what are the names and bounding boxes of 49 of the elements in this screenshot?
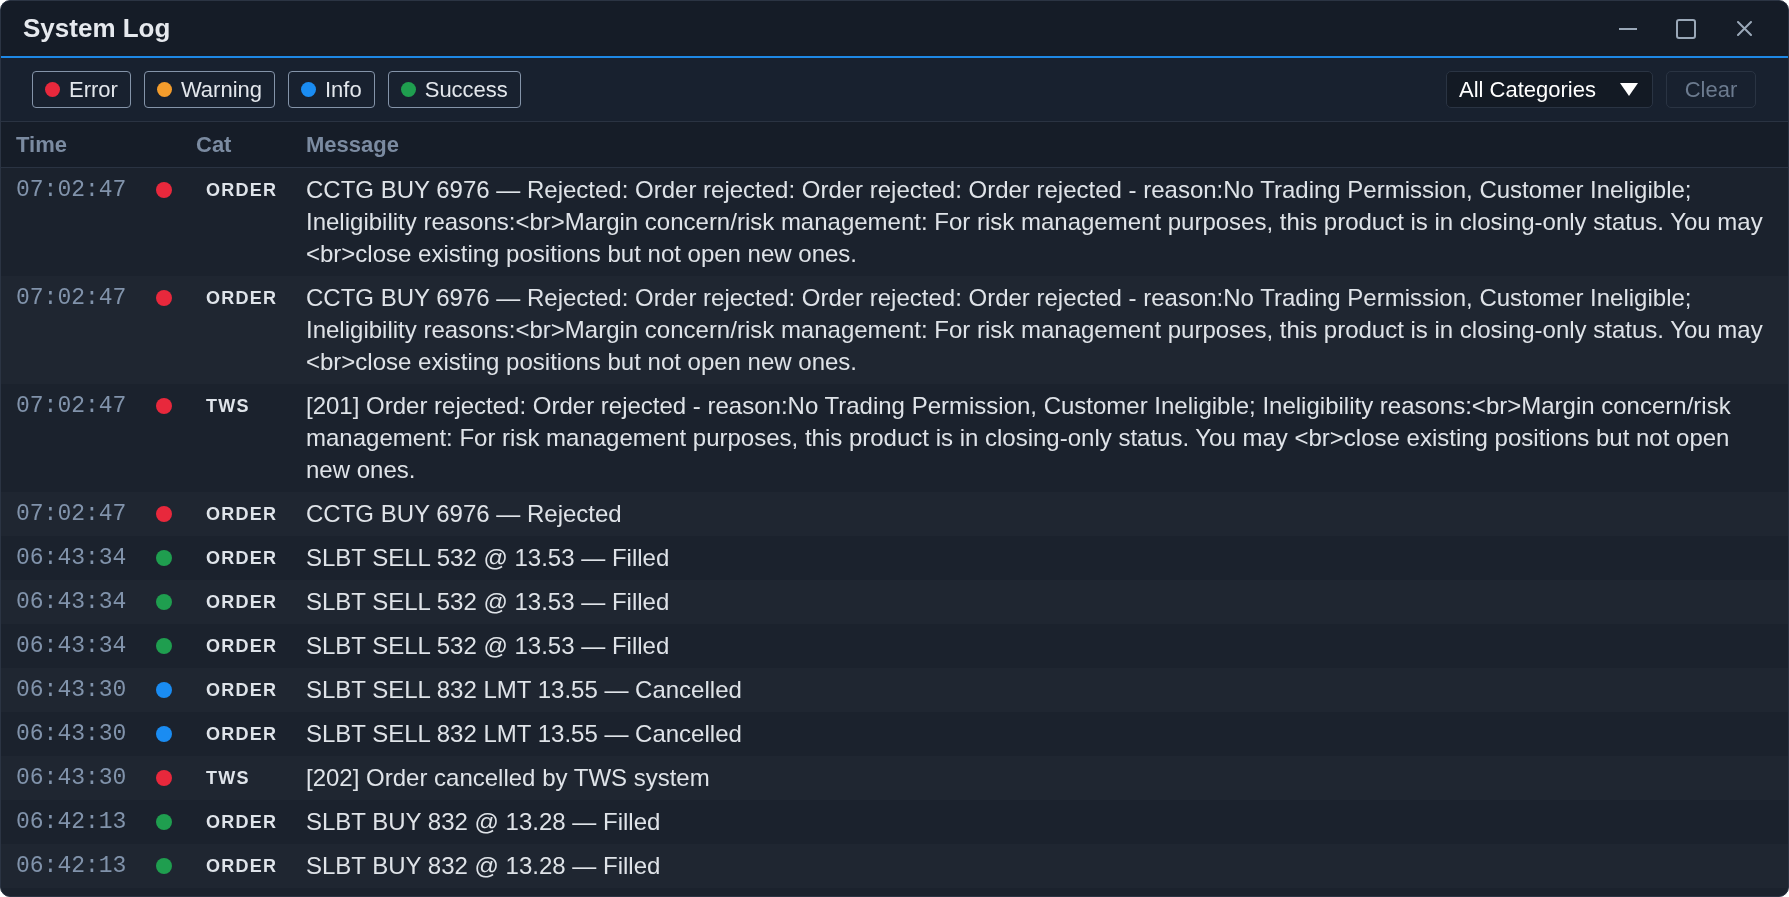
filter-button[interactable]: Warning [143,71,275,108]
timestamp: 06:43:30 [16,720,128,749]
category-label: ORDER [206,679,279,702]
filter-button[interactable]: Success [387,71,521,108]
category-label: TWS [206,767,251,790]
log-message: SLBT BUY 832 @ 13.28 — Filled [306,807,662,837]
category-label: ORDER [206,179,279,202]
column-header: Cat [196,131,233,159]
log-message: CCTG BUY 6976 — Rejected [306,499,623,529]
timestamp: 06:43:34 [16,588,128,617]
log-message: SLBT SELL 832 LMT 13.55 — Cancelled [306,675,743,705]
log-message: SLBT SELL 532 @ 13.53 — Filled [306,631,671,661]
timestamp: 06:43:30 [16,764,128,793]
category-label: ORDER [206,855,279,878]
column-header: Time [16,131,68,159]
timestamp: 07:02:47 [16,176,128,205]
category-label: ORDER [206,503,279,526]
maximize-icon [1676,18,1696,39]
category-label: ORDER [206,811,279,834]
timestamp: 07:02:47 [16,392,128,421]
log-message: [201] Order rejected: Order rejected - reason:No Trading Permission, Customer Ineligible; Ineligibility reasons:<br>Margin concern/risk management: For risk management purposes, this product is in closing-only status. You may <br>close existing positions but not open new ones. [306,391,1732,485]
category-label: ORDER [206,547,279,570]
log-message: CCTG BUY 6976 — Rejected: Order rejected: Order rejected: Order rejected - reason:No Trading Permission, Customer Ineligible; Ineligibility reasons:<br>Margin concern/risk management: For risk management purposes, this product is in closing-only status. You may <br>close existing positions but not open new ones. [306,175,1764,269]
timestamp: 06:43:34 [16,544,128,573]
timestamp: 06:43:30 [16,676,128,705]
close-icon [1736,21,1752,36]
caret-down-icon [1620,83,1638,96]
category-label: TWS [206,395,251,418]
log-message: [202] Order cancelled by TWS system [306,763,711,793]
log-message: CCTG BUY 6976 — Rejected: Order rejected: Order rejected: Order rejected - reason:No Trading Permission, Customer Ineligible; Ineligibility reasons:<br>Margin concern/risk management: For risk management purposes, this product is in closing-only status. You may <br>close existing positions but not open new ones. [306,283,1764,377]
log-message: SLBT SELL 832 LMT 13.55 — Cancelled [306,719,743,749]
log-message: SLBT BUY 832 @ 13.28 — Filled [306,851,662,881]
log-message: SLBT SELL 532 @ 13.53 — Filled [306,587,671,617]
timestamp: 07:02:47 [16,500,128,529]
timestamp: 06:42:13 [16,808,128,837]
category-dropdown[interactable]: All Categories [1446,71,1653,108]
log-message: SLBT SELL 532 @ 13.53 — Filled [306,543,671,573]
category-label: ORDER [206,635,279,658]
timestamp: 07:02:47 [16,284,128,313]
category-label: ORDER [206,723,279,746]
column-header: Message [306,131,399,159]
timestamp: 06:43:34 [16,632,128,661]
category-label: ORDER [206,591,279,614]
filter-button[interactable]: Error [32,71,131,108]
category-label: ORDER [206,287,279,310]
timestamp: 06:42:13 [16,852,128,881]
filter-button[interactable]: Info [288,71,375,108]
minimize-icon [1619,27,1637,30]
window-title: System Log [23,12,171,45]
